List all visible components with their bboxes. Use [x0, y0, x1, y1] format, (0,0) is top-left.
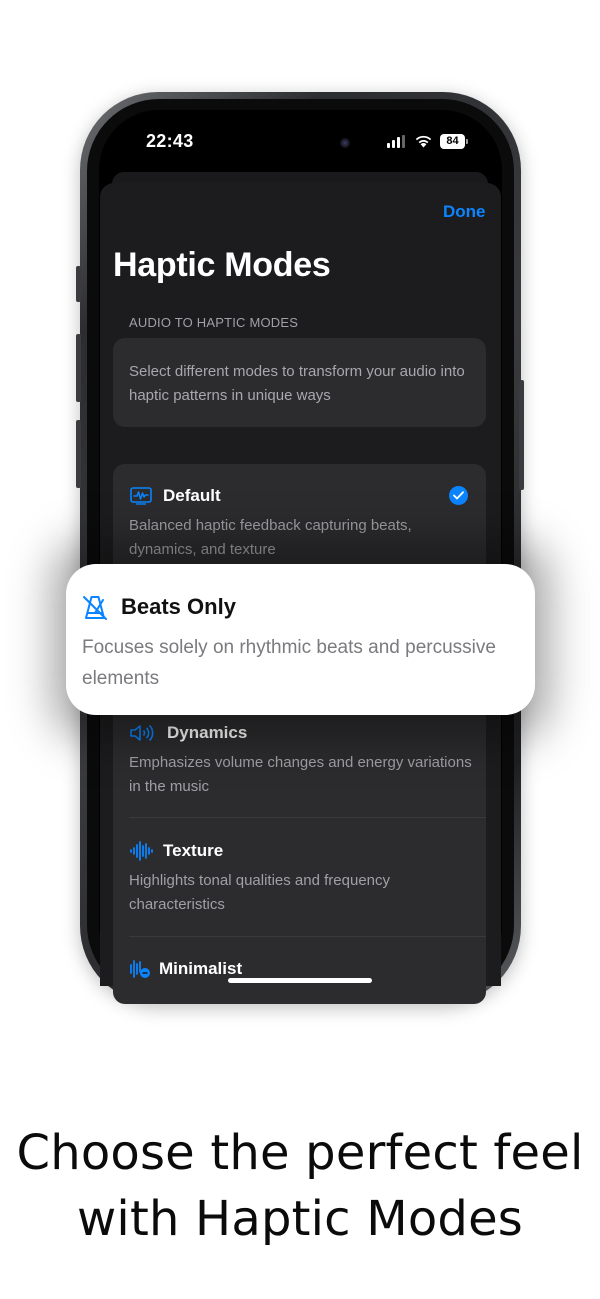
wifi-icon	[415, 135, 432, 148]
mode-description: Highlights tonal qualities and frequency…	[129, 872, 390, 913]
waveform-box-icon	[129, 486, 153, 506]
list-divider	[129, 817, 486, 818]
battery-indicator: 84	[440, 134, 465, 149]
volume-up-button	[76, 334, 81, 402]
waveform-icon	[129, 841, 153, 861]
page-title: Haptic Modes	[113, 246, 331, 284]
popout-description: Focuses solely on rhythmic beats and per…	[82, 637, 496, 689]
metronome-icon	[83, 596, 107, 620]
list-divider	[129, 936, 486, 937]
front-camera-icon	[340, 138, 350, 148]
power-button	[519, 380, 524, 490]
cellular-signal-icon	[387, 135, 405, 148]
home-indicator[interactable]	[228, 978, 372, 983]
mode-description: Emphasizes volume changes and energy var…	[129, 754, 472, 795]
popout-title: Beats Only	[121, 594, 236, 619]
mode-name: Default	[163, 486, 221, 505]
caption-line-2: with Haptic Modes	[76, 1191, 524, 1247]
mode-item-minimalist[interactable]: Minimalist	[129, 958, 474, 980]
mode-name: Minimalist	[159, 959, 243, 978]
marketing-caption: Choose the perfect feel with Haptic Mode…	[0, 1120, 600, 1252]
status-time: 22:43	[146, 131, 194, 151]
volume-down-button	[76, 420, 81, 488]
waveform-minus-icon	[129, 959, 151, 979]
section-header: AUDIO TO HAPTIC MODES	[129, 315, 299, 330]
caption-line-1: Choose the perfect feel	[16, 1125, 584, 1181]
description-text: Select different modes to transform your…	[129, 363, 465, 404]
done-button[interactable]: Done	[443, 202, 486, 222]
checkmark-icon	[449, 486, 468, 505]
mode-item-texture[interactable]: Texture Highlights tonal qualities and f…	[129, 840, 474, 917]
battery-tip	[466, 139, 468, 144]
action-button	[76, 266, 81, 302]
mode-name: Texture	[163, 841, 224, 860]
